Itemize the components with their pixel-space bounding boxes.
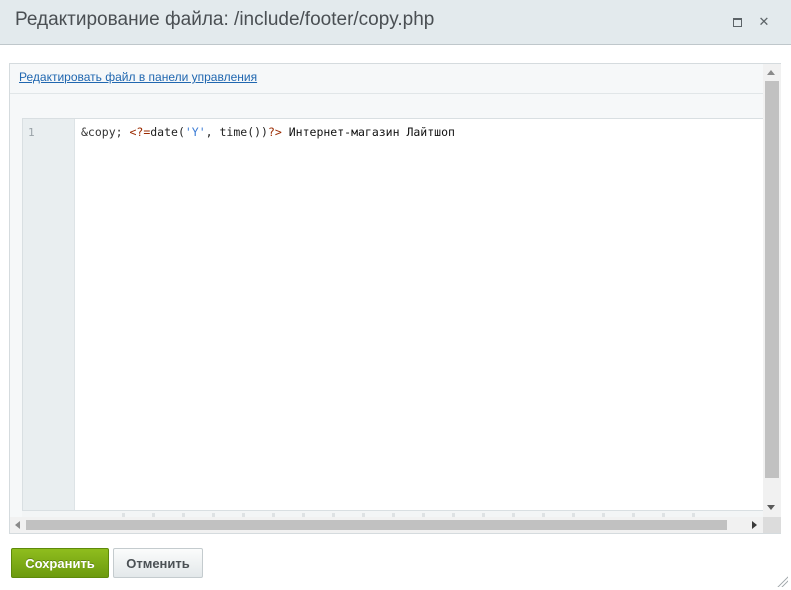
code-token-string: 'Y': [184, 125, 206, 139]
maximize-icon: [732, 17, 742, 27]
code-editor[interactable]: 1 &copy; <?=date('Y', time())?> Интернет…: [22, 118, 763, 510]
close-button[interactable]: ✕: [754, 12, 774, 32]
resize-grip-icon[interactable]: [776, 575, 788, 587]
cancel-button[interactable]: Отменить: [113, 548, 203, 578]
dialog-title: Редактирование файла: /include/footer/co…: [15, 9, 435, 30]
scroll-left-icon[interactable]: [15, 521, 20, 529]
edit-link-bar: Редактировать файл в панели управления: [10, 64, 763, 94]
line-number: 1: [28, 126, 35, 139]
code-token-function: date(: [150, 125, 185, 139]
code-token-text: Интернет-магазин Лайтшоп: [281, 125, 455, 139]
maximize-button[interactable]: [727, 12, 747, 32]
code-token-php-close: ?>: [267, 125, 282, 139]
code-token-function-args: , time()): [205, 125, 268, 139]
code-token-entity: &copy;: [81, 125, 130, 139]
save-button[interactable]: Сохранить: [11, 548, 109, 578]
vertical-scroll-thumb[interactable]: [765, 81, 779, 478]
dialog-header: Редактирование файла: /include/footer/co…: [0, 0, 791, 45]
dialog-content: Редактировать файл в панели управления 1…: [9, 63, 781, 534]
close-icon: ✕: [758, 14, 770, 30]
horizontal-scroll-thumb[interactable]: [26, 520, 727, 530]
edit-in-control-panel-link[interactable]: Редактировать файл в панели управления: [19, 70, 257, 84]
code-line[interactable]: &copy; <?=date('Y', time())?> Интернет-м…: [81, 125, 455, 139]
horizontal-scrollbar[interactable]: [10, 517, 763, 533]
scroll-down-icon[interactable]: [767, 505, 775, 510]
scroll-right-icon[interactable]: [752, 521, 757, 529]
vertical-scrollbar[interactable]: [763, 64, 781, 517]
scrollbar-corner: [763, 517, 781, 533]
line-gutter: 1: [23, 119, 75, 510]
scroll-up-icon[interactable]: [767, 70, 775, 75]
code-token-php-open: <?=: [129, 125, 151, 139]
